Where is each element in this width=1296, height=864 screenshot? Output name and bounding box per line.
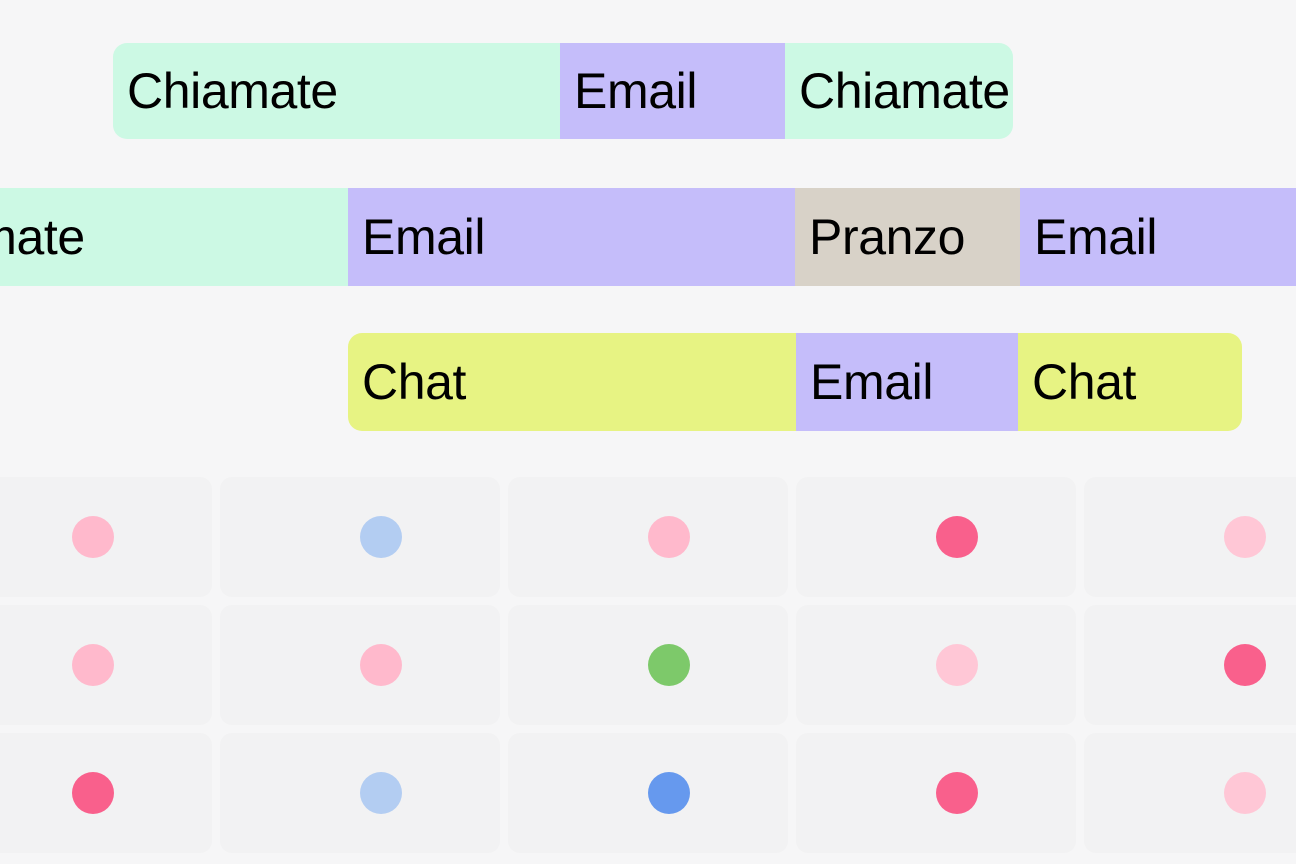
timeline-event-chiamate[interactable]: Chiamate: [113, 43, 560, 139]
status-dot-pink-strong: [72, 772, 114, 814]
timeline-event-label: Email: [574, 63, 698, 119]
dot-grid-row-2: [0, 605, 1296, 725]
status-dot-pink-pale: [1224, 516, 1266, 558]
status-dot-pink-strong: [936, 516, 978, 558]
status-dot-pink-light: [72, 516, 114, 558]
timeline-event-label: Chat: [362, 354, 467, 410]
dot-grid-row-3: [0, 733, 1296, 853]
timeline-event-email[interactable]: Email: [560, 43, 785, 139]
grid-cell[interactable]: [1084, 477, 1296, 597]
status-dot-pink-light: [360, 644, 402, 686]
grid-cell[interactable]: [508, 733, 788, 853]
timeline-event-chat[interactable]: Chat: [348, 333, 796, 431]
dot-grid-row-1: [0, 477, 1296, 597]
grid-cell[interactable]: [0, 477, 212, 597]
status-dot-pink-strong: [936, 772, 978, 814]
timeline-event-label: Email: [810, 354, 934, 410]
timeline-event-label: Chiamate: [0, 209, 85, 265]
status-dot-pink-light: [72, 644, 114, 686]
grid-cell[interactable]: [508, 477, 788, 597]
status-dot-green: [648, 644, 690, 686]
timeline-event-label: Email: [1034, 209, 1158, 265]
status-dot-blue-light: [360, 516, 402, 558]
dot-grid-section: [0, 466, 1296, 864]
status-dot-pink-light: [648, 516, 690, 558]
timeline-row-3: Chat Email Chat: [0, 333, 1296, 431]
status-dot-pink-pale: [936, 644, 978, 686]
status-dot-pink-strong: [1224, 644, 1266, 686]
status-dot-pink-pale: [1224, 772, 1266, 814]
timeline-event-email[interactable]: Email: [1020, 188, 1296, 286]
timeline-event-pranzo[interactable]: Pranzo: [795, 188, 1020, 286]
timeline-event-label: Email: [362, 209, 486, 265]
timeline-event-chiamate[interactable]: Chiamate: [0, 188, 348, 286]
grid-cell[interactable]: [220, 477, 500, 597]
grid-cell[interactable]: [508, 605, 788, 725]
timeline-event-chiamate[interactable]: Chiamate: [785, 43, 1013, 139]
status-dot-blue-light: [360, 772, 402, 814]
timeline-event-label: Chiamate: [799, 63, 1010, 119]
grid-cell[interactable]: [796, 733, 1076, 853]
timeline-row-1: Chiamate Email Chiamate: [0, 43, 1296, 139]
grid-cell[interactable]: [1084, 733, 1296, 853]
grid-cell[interactable]: [796, 477, 1076, 597]
grid-cell[interactable]: [0, 733, 212, 853]
timeline-event-chat[interactable]: Chat: [1018, 333, 1242, 431]
status-dot-blue-strong: [648, 772, 690, 814]
grid-cell[interactable]: [220, 733, 500, 853]
grid-cell[interactable]: [1084, 605, 1296, 725]
timeline-row-2: Chiamate Email Pranzo Email: [0, 188, 1296, 286]
grid-cell[interactable]: [0, 605, 212, 725]
grid-cell[interactable]: [220, 605, 500, 725]
timeline-event-label: Chat: [1032, 354, 1137, 410]
timeline-event-email[interactable]: Email: [348, 188, 795, 286]
timeline-event-label: Chiamate: [127, 63, 338, 119]
timeline-event-label: Pranzo: [809, 209, 966, 265]
timeline-section: Chiamate Email Chiamate Chiamate Email Pranz…: [0, 0, 1296, 466]
timeline-event-email[interactable]: Email: [796, 333, 1018, 431]
grid-cell[interactable]: [796, 605, 1076, 725]
